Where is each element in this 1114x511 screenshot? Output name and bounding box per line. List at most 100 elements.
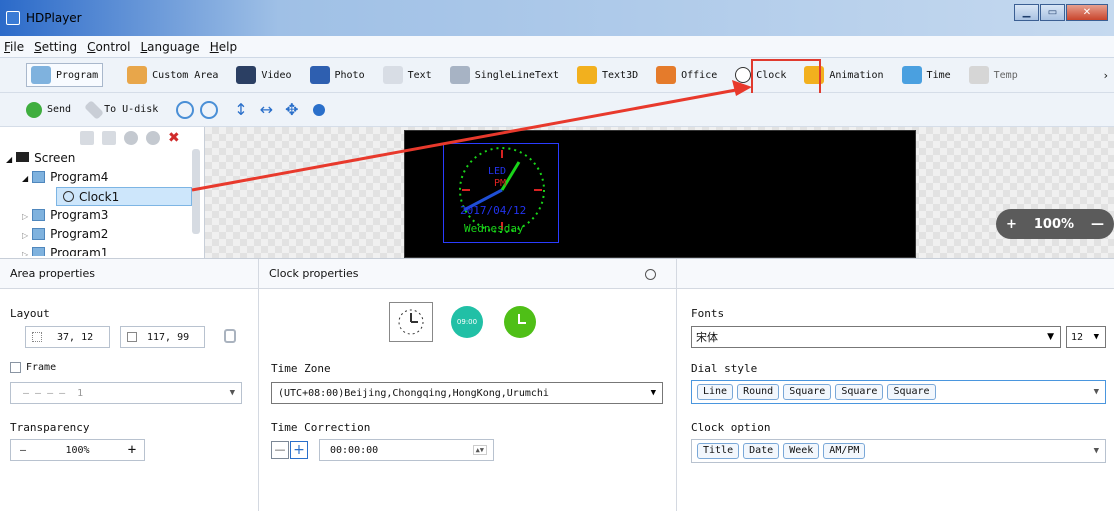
- toolbar-custom-area-button[interactable]: Custom Area: [127, 66, 218, 84]
- properties-area: Area properties Layout 37, 12 117, 99 Fr…: [0, 258, 1114, 511]
- tree-item-program2[interactable]: ▷ Program2: [0, 225, 204, 244]
- paste-icon[interactable]: [102, 131, 116, 145]
- settings-clock-icon[interactable]: [645, 269, 656, 280]
- analog-style-button[interactable]: [389, 302, 433, 342]
- horizontal-stretch-icon[interactable]: ↔: [260, 100, 273, 119]
- vertical-stretch-icon[interactable]: ↕: [234, 100, 247, 119]
- ampm-text: PM: [494, 178, 506, 189]
- frame-checkbox[interactable]: [10, 362, 21, 373]
- menu-help[interactable]: Help: [210, 40, 237, 54]
- lock-icon[interactable]: [224, 329, 236, 343]
- transparency-label: Transparency: [10, 421, 90, 434]
- main-toolbar: Program Custom Area Video Photo Text SingleLi…: [0, 58, 1114, 93]
- correction-minus-button[interactable]: —: [271, 441, 289, 459]
- led-screen-preview[interactable]: LED PM 2017/04/12 Wednesday: [404, 130, 916, 258]
- zoom-in-button[interactable]: +: [1006, 217, 1017, 232]
- move-down-icon[interactable]: [146, 131, 160, 145]
- app-icon: [6, 11, 20, 25]
- zoom-level: 100%: [1033, 216, 1075, 232]
- toolbar-video-button[interactable]: Video: [236, 66, 292, 84]
- analog-clock-preview: LED PM 2017/04/12 Wednesday: [459, 147, 545, 235]
- clock-properties-panel: Clock properties 09:00 Time Zone (UTC+08…: [259, 259, 677, 511]
- play-icon[interactable]: [312, 103, 325, 116]
- menu-setting[interactable]: Setting: [34, 40, 77, 54]
- digital-style-button[interactable]: 09:00: [451, 306, 483, 338]
- menu-bar: File Setting Control Language Help: [0, 36, 1114, 58]
- option-tag-title[interactable]: Title: [697, 443, 740, 459]
- option-tag-week[interactable]: Week: [783, 443, 820, 459]
- toolbar-photo-button[interactable]: Photo: [309, 66, 365, 84]
- maximize-button[interactable]: ▭: [1040, 4, 1065, 21]
- photo-icon: [309, 66, 330, 84]
- toolbar-time-button[interactable]: Time: [901, 66, 951, 84]
- area-properties-title: Area properties: [0, 259, 258, 289]
- analog-clock-icon: [398, 309, 424, 335]
- time-correction-label: Time Correction: [271, 421, 371, 434]
- dial-tag-square[interactable]: Square: [783, 384, 832, 400]
- frame-select[interactable]: — — — —1 ▼: [10, 382, 242, 404]
- close-button[interactable]: ✕: [1066, 4, 1108, 21]
- timezone-label: Time Zone: [271, 362, 331, 375]
- toolbar-text3d-button[interactable]: Text3D: [577, 66, 638, 84]
- toolbar-singlelinetext-button[interactable]: SingleLineText: [449, 66, 559, 84]
- correction-plus-button[interactable]: +: [290, 441, 308, 459]
- zoom-in-icon[interactable]: [176, 100, 195, 119]
- udisk-icon: [84, 99, 104, 120]
- menu-file[interactable]: File: [4, 40, 24, 54]
- font-size-select[interactable]: 12 ▼: [1066, 326, 1106, 348]
- copy-icon[interactable]: [80, 131, 94, 145]
- delete-icon[interactable]: ✖: [168, 131, 180, 145]
- plus-icon[interactable]: +: [120, 442, 144, 458]
- tree-item-program4[interactable]: ◢ Program4: [0, 168, 204, 187]
- dial-tag-square[interactable]: Square: [887, 384, 936, 400]
- tree-item-clock1[interactable]: Clock1: [56, 187, 192, 206]
- menu-language[interactable]: Language: [140, 40, 199, 54]
- text3d-icon: [577, 66, 597, 84]
- program-tree-panel: ✖ ◢ Screen ◢ Program4 Clock1 ▷ Program3 ▷ Pr…: [0, 127, 205, 258]
- zoom-control: +100% —: [996, 209, 1114, 239]
- toolbar-program-button[interactable]: Program: [26, 63, 104, 87]
- week-text: Wednesday: [464, 222, 524, 235]
- canvas-area: LED PM 2017/04/12 Wednesday +100% —: [205, 127, 1114, 258]
- move-icon[interactable]: ✥: [285, 100, 298, 119]
- size-icon: [127, 332, 137, 342]
- minimize-button[interactable]: ▁: [1014, 4, 1039, 21]
- toolbar-overflow-icon[interactable]: ›: [1104, 69, 1108, 82]
- program-icon: [32, 171, 46, 183]
- tree-scrollbar[interactable]: [192, 149, 200, 234]
- font-select[interactable]: 宋体 ▼: [691, 326, 1061, 348]
- minus-icon[interactable]: —: [11, 445, 35, 456]
- dial-tag-round[interactable]: Round: [737, 384, 780, 400]
- size-field[interactable]: 117, 99: [120, 326, 205, 348]
- menu-control[interactable]: Control: [87, 40, 130, 54]
- zoom-out-icon[interactable]: [200, 100, 219, 119]
- dial-tag-line[interactable]: Line: [697, 384, 734, 400]
- transparency-stepper[interactable]: —100% +: [10, 439, 145, 461]
- custom-area-icon: [127, 66, 148, 84]
- time-correction-input[interactable]: 00:00:00 ▲▼: [319, 439, 494, 461]
- tree-item-program3[interactable]: ▷ Program3: [0, 206, 204, 225]
- option-tag-date[interactable]: Date: [743, 443, 780, 459]
- frame-checkbox-row[interactable]: Frame: [10, 362, 56, 373]
- tree-item-program1[interactable]: ▷ Program1: [0, 244, 204, 256]
- zoom-out-button[interactable]: —: [1091, 217, 1104, 232]
- area-properties-panel: Area properties Layout 37, 12 117, 99 Fr…: [0, 259, 259, 511]
- toolbar-text-button[interactable]: Text: [382, 66, 432, 84]
- clock-title-text: LED: [488, 166, 506, 177]
- send-button[interactable]: Send: [26, 101, 71, 118]
- toolbar-office-button[interactable]: Office: [656, 66, 717, 84]
- tree-item-screen[interactable]: ◢ Screen: [0, 149, 204, 168]
- position-field[interactable]: 37, 12: [25, 326, 110, 348]
- toolbar-temp-button[interactable]: Temp: [968, 66, 1018, 84]
- option-tag-ampm[interactable]: AM/PM: [823, 443, 866, 459]
- to-udisk-button[interactable]: To U-disk: [84, 99, 158, 120]
- dial-style-select[interactable]: Line Round Square Square Square ▼: [691, 380, 1106, 404]
- dial-tag-square[interactable]: Square: [835, 384, 884, 400]
- move-up-icon[interactable]: [124, 131, 138, 145]
- clock-option-select[interactable]: Title Date Week AM/PM ▼: [691, 439, 1106, 463]
- timezone-select[interactable]: (UTC+08:00)Beijing,Chongqing,HongKong,Ur…: [271, 382, 663, 404]
- program-icon: [32, 228, 46, 240]
- fonts-label: Fonts: [691, 307, 725, 320]
- green-clock-style-button[interactable]: [504, 306, 536, 338]
- clock-area[interactable]: LED PM 2017/04/12 Wednesday: [443, 143, 559, 243]
